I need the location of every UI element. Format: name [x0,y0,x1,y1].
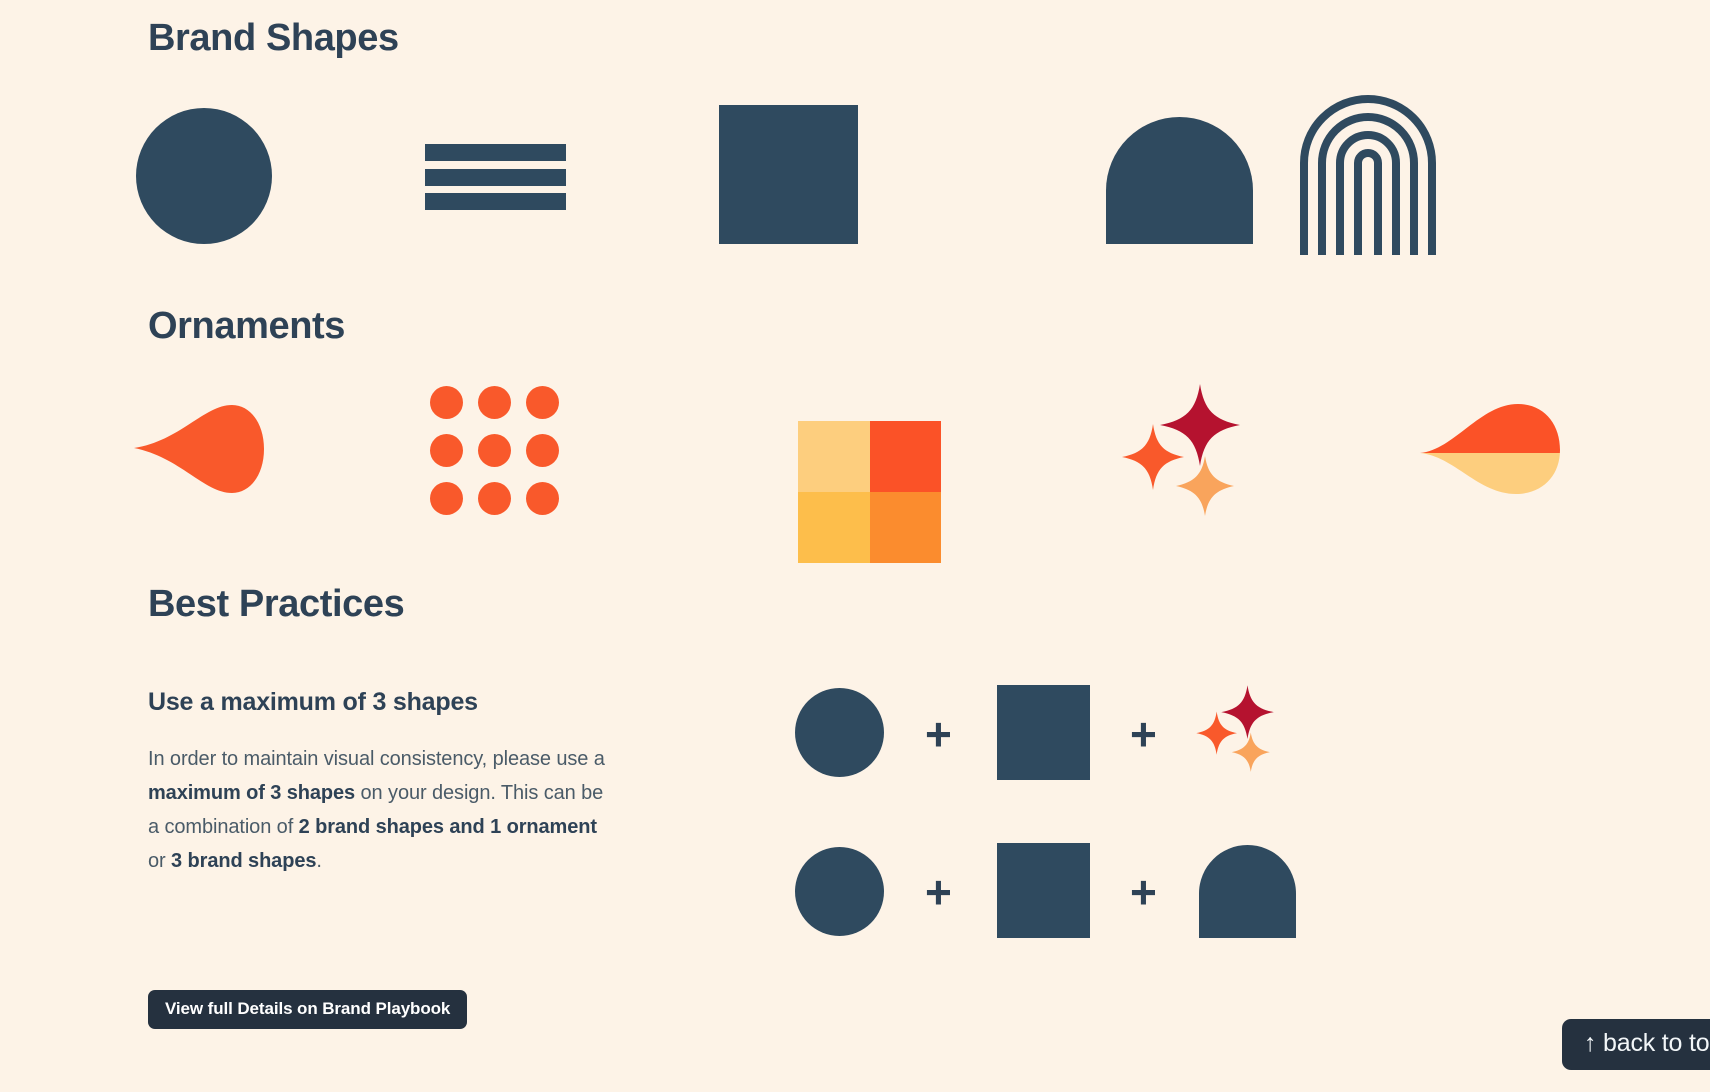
sparkles-icon [1122,384,1240,516]
dot [430,386,463,419]
brand-shape-rainbow [1300,95,1436,255]
formula2-square [997,843,1090,938]
para-text-4: . [316,850,322,872]
formula2-arch [1199,845,1296,938]
ornament-teardrop [134,405,264,493]
para-bold-1: maximum of 3 shapes [148,782,356,804]
dot [526,482,559,515]
stripe-bar [425,193,566,210]
rainbow-icon [1300,95,1436,255]
brand-shape-circle [136,108,272,244]
brand-shape-arch [1106,117,1253,244]
section-heading-best-practices: Best Practices [148,583,405,625]
ornament-quad-square [798,421,941,563]
brand-guidelines-page: Brand Shapes Ornaments Best Practices Us… [0,0,1710,1092]
brand-shape-stripes [425,144,566,210]
sparkles-icon [1196,685,1274,772]
formula2-plus-1: + [925,866,952,918]
dot [478,434,511,467]
brand-shape-square [719,105,858,244]
section-heading-brand-shapes: Brand Shapes [148,17,399,59]
dot [430,482,463,515]
para-text-3: or [148,850,172,872]
para-bold-2: 2 brand shapes and 1 ornament [298,816,597,838]
dot [430,434,463,467]
teardrop-icon [134,405,264,493]
formula2-plus-2: + [1130,866,1157,918]
stripe-bar [425,168,566,186]
formula1-sparkles [1195,676,1300,781]
quad-cell-top-left [798,421,870,492]
para-bold-3: 3 brand shapes [171,850,317,872]
dot [526,434,559,467]
section-heading-ornaments: Ornaments [148,305,346,347]
petal-icon [1420,404,1560,494]
ornament-dot-grid [430,386,559,515]
formula1-square [997,685,1090,780]
stripe-bar [425,144,566,161]
dot [478,482,511,515]
best-practices-subheading: Use a maximum of 3 shapes [148,688,478,716]
dot [526,386,559,419]
formula1-plus-2: + [1130,708,1157,760]
para-text-1: In order to maintain visual consistency,… [148,748,605,770]
formula1-plus-1: + [925,708,952,760]
back-to-top-button[interactable]: ↑ back to top ↑ [1562,1019,1710,1070]
dot [478,386,511,419]
best-practices-paragraph: In order to maintain visual consistency,… [148,742,618,878]
formula1-circle [795,688,884,777]
quad-cell-top-right [869,421,941,492]
formula2-circle [795,847,884,936]
ornament-sparkles [1120,380,1280,520]
quad-cell-bottom-right [869,492,941,563]
quad-cell-bottom-left [798,492,870,563]
ornament-petal [1420,404,1560,494]
view-brand-playbook-button[interactable]: View full Details on Brand Playbook [148,990,468,1029]
